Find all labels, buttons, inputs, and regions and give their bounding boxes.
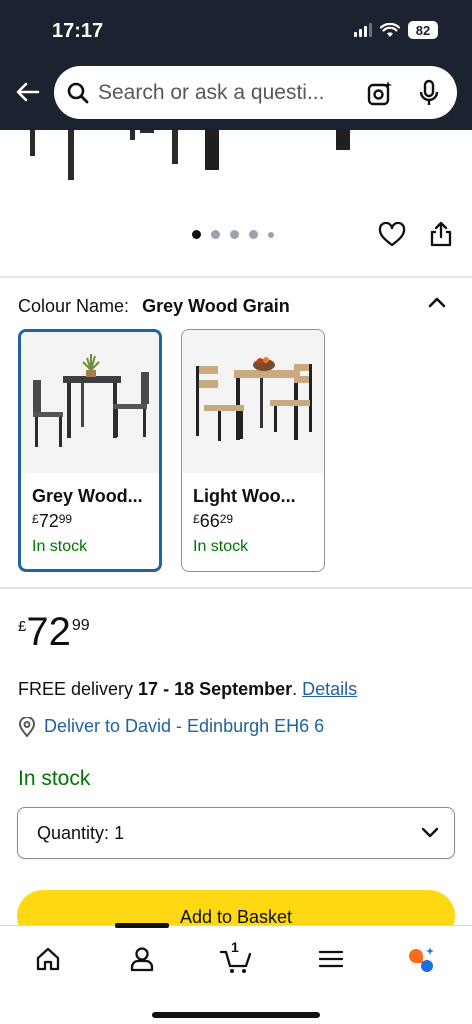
top-header: 17:17 82 <box>0 0 472 130</box>
back-arrow-icon[interactable] <box>14 78 42 106</box>
nav-rufus[interactable] <box>406 944 436 974</box>
search-bar[interactable] <box>54 66 457 119</box>
status-icons: 82 <box>354 21 438 39</box>
menu-icon <box>318 950 344 968</box>
microphone-icon[interactable] <box>417 79 441 107</box>
colour-name-value: Grey Wood Grain <box>142 296 290 316</box>
search-input[interactable] <box>98 80 353 105</box>
location-pin-icon <box>18 716 36 737</box>
delivery-details-link[interactable]: Details <box>302 679 357 699</box>
share-icon[interactable] <box>428 220 454 248</box>
status-time: 17:17 <box>52 20 104 42</box>
option-name: Grey Wood... <box>32 486 143 506</box>
chevron-down-icon <box>421 827 439 838</box>
pager-dot[interactable] <box>192 230 201 239</box>
product-price: £ 72 99 <box>18 612 90 652</box>
price-whole: 66 <box>199 511 220 531</box>
quantity-value: 1 <box>114 822 125 843</box>
currency-symbol: £ <box>32 512 39 526</box>
nav-cart[interactable]: 1 <box>219 939 253 974</box>
search-icon <box>67 82 89 103</box>
nav-active-indicator <box>115 923 169 928</box>
currency-symbol: £ <box>18 618 27 635</box>
price-whole: 72 <box>26 610 71 654</box>
nav-menu[interactable] <box>316 944 346 974</box>
deliver-to-location[interactable]: Deliver to David - Edinburgh EH6 6 <box>18 716 324 737</box>
image-pager[interactable] <box>192 230 274 239</box>
price-fraction: 99 <box>58 512 73 526</box>
nav-home[interactable] <box>33 944 63 974</box>
delivery-prefix: FREE delivery <box>18 679 139 699</box>
price-whole: 72 <box>38 511 59 531</box>
user-icon <box>130 947 154 972</box>
colour-name-row: Colour Name: Grey Wood Grain <box>18 296 290 317</box>
price-fraction: 99 <box>71 617 90 634</box>
option-price: £72 99 <box>32 511 159 532</box>
pager-dot[interactable] <box>249 230 258 239</box>
battery-indicator: 82 <box>408 21 438 39</box>
wifi-icon <box>380 22 400 37</box>
colour-option-grey[interactable]: Grey Wood... £72 99 In stock <box>18 329 162 572</box>
nav-account[interactable] <box>127 944 157 974</box>
section-divider <box>0 587 472 589</box>
delivery-suffix: . <box>292 679 303 699</box>
delivery-dates: 17 - 18 September <box>138 679 293 699</box>
delivery-info: FREE delivery 17 - 18 September. Details <box>18 679 357 700</box>
swatch-image <box>21 332 159 473</box>
rufus-assistant-icon <box>409 947 434 972</box>
bottom-nav: 1 <box>0 923 472 1024</box>
signal-icon <box>354 23 372 37</box>
stock-status: In stock <box>18 767 91 790</box>
camera-lens-icon[interactable] <box>367 80 393 106</box>
currency-symbol: £ <box>193 512 200 526</box>
heart-icon[interactable] <box>378 222 406 248</box>
chevron-up-icon[interactable] <box>426 294 448 310</box>
product-image[interactable] <box>0 130 472 210</box>
colour-option-light[interactable]: Light Woo... £66 29 In stock <box>181 329 325 572</box>
home-indicator <box>152 1012 320 1018</box>
pager-dot[interactable] <box>230 230 239 239</box>
quantity-select[interactable]: Quantity: 1 <box>17 807 455 859</box>
option-stock: In stock <box>193 538 249 555</box>
section-divider <box>0 276 472 278</box>
location-text[interactable]: Deliver to David - Edinburgh EH6 6 <box>44 716 324 737</box>
colour-name-label: Colour Name: <box>18 296 130 316</box>
swatch-image <box>182 330 324 473</box>
option-price: £66 29 <box>193 511 324 532</box>
quantity-label: Quantity: <box>37 822 110 843</box>
cart-count-badge: 1 <box>231 939 239 955</box>
pager-dot[interactable] <box>211 230 220 239</box>
home-icon <box>36 947 60 971</box>
price-fraction: 29 <box>219 512 234 526</box>
pager-dot[interactable] <box>268 231 274 238</box>
option-stock: In stock <box>32 538 88 555</box>
option-name: Light Woo... <box>193 486 296 506</box>
